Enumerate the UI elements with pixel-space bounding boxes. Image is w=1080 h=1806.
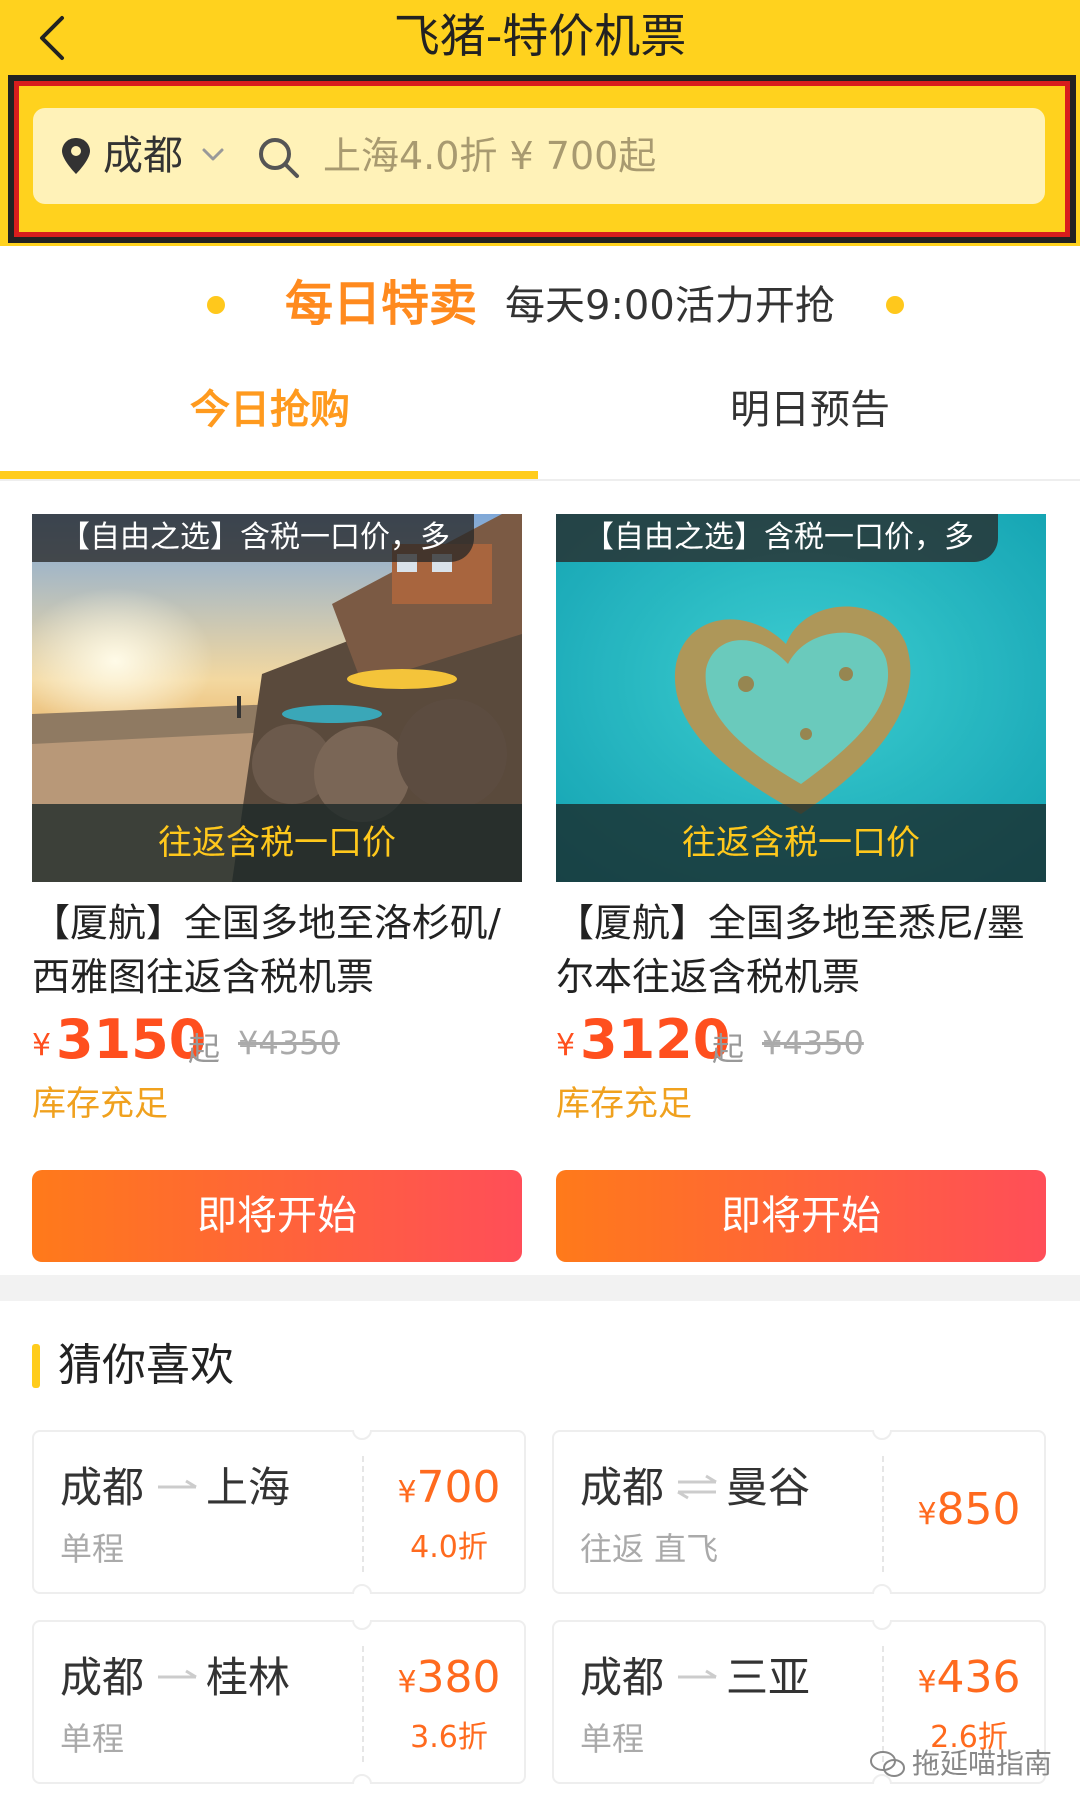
search-bar[interactable]: 成都 上海4.0折 ¥ 700起 (33, 108, 1045, 204)
start-soon-button[interactable]: 即将开始 (556, 1170, 1046, 1262)
decorative-dot (886, 296, 904, 314)
section-accent-bar (32, 1344, 40, 1388)
route-price: ¥700 (397, 1462, 501, 1513)
divider (0, 479, 1080, 481)
section-title: 猜你喜欢 (58, 1340, 234, 1391)
destination-city: 上海 (206, 1463, 291, 1512)
origin-city: 成都 (60, 1653, 145, 1702)
route-discount: 4.0折 (410, 1530, 488, 1565)
product-title[interactable]: 【厦航】全国多地至洛杉矶/西雅图往返含税机票 (32, 896, 522, 1004)
product-title[interactable]: 【厦航】全国多地至悉尼/墨尔本往返含税机票 (556, 896, 1046, 1004)
price-value: 3120 (580, 1008, 731, 1071)
product-image[interactable]: 【自由之选】含税一口价，多 往返含税一口价 (556, 514, 1046, 882)
location-pin-icon (62, 138, 90, 174)
daily-special-subtitle: 每天9:00活力开抢 (505, 283, 835, 329)
decorative-dot (207, 296, 225, 314)
ticket-divider (362, 1456, 364, 1572)
original-price: ¥4350 (238, 1024, 340, 1062)
route-card[interactable]: 成都 桂林 单程 ¥380 3.6折 (32, 1620, 526, 1784)
route-price: ¥850 (917, 1484, 1021, 1535)
round-trip-arrow-icon (677, 1474, 717, 1500)
section-separator (0, 1275, 1080, 1301)
original-price: ¥4350 (762, 1024, 864, 1062)
destination-city: 曼谷 (726, 1463, 811, 1512)
product-image[interactable]: 【自由之选】含税一口价，多 往返含税一口价 (32, 514, 522, 882)
route-price: ¥436 (917, 1652, 1021, 1703)
tab-tomorrow[interactable]: 明日预告 (540, 370, 1080, 450)
trip-type: 单程 (580, 1720, 645, 1758)
price-row: ¥ 3150 起 ¥4350 (32, 1006, 522, 1076)
price-value: 3150 (56, 1008, 207, 1071)
header: 飞猪-特价机票 成都 上海4.0折 ¥ 700起 (0, 0, 1080, 246)
destination-city: 桂林 (206, 1653, 291, 1702)
stock-status: 库存充足 (32, 1084, 168, 1124)
origin-city: 成都 (580, 1463, 665, 1512)
product-card[interactable]: 【自由之选】含税一口价，多 往返含税一口价 【厦航】全国多地至洛杉矶/西雅图往返… (32, 514, 522, 1262)
product-card[interactable]: 【自由之选】含税一口价，多 往返含税一口价 【厦航】全国多地至悉尼/墨尔本往返含… (556, 514, 1046, 1262)
ticket-divider (882, 1456, 884, 1572)
price-suffix: 起 (712, 1030, 745, 1068)
chevron-down-icon[interactable] (199, 144, 227, 166)
page-title: 飞猪-特价机票 (393, 9, 687, 63)
search-icon (259, 138, 299, 178)
product-tag: 【自由之选】含税一口价，多 (32, 514, 474, 562)
ticket-divider (362, 1646, 364, 1762)
origin-city: 成都 (580, 1653, 665, 1702)
currency-symbol: ¥ (32, 1028, 52, 1063)
trip-type: 往返 直飞 (580, 1530, 719, 1568)
product-banner: 往返含税一口价 (556, 804, 1046, 882)
one-way-arrow-icon (158, 1669, 197, 1679)
currency-symbol: ¥ (556, 1028, 576, 1063)
stock-status: 库存充足 (556, 1084, 692, 1124)
price-suffix: 起 (188, 1030, 221, 1068)
route-card[interactable]: 成都 曼谷 往返 直飞 ¥850 (552, 1430, 1046, 1594)
product-tag: 【自由之选】含税一口价，多 (556, 514, 998, 562)
city-selector[interactable]: 成都 (103, 108, 183, 204)
start-soon-button[interactable]: 即将开始 (32, 1170, 522, 1262)
trip-type: 单程 (60, 1530, 125, 1568)
destination-city: 三亚 (726, 1653, 811, 1702)
watermark-text: 拖延喵指南 (912, 1747, 1053, 1780)
trip-type: 单程 (60, 1720, 125, 1758)
wechat-icon (870, 1751, 905, 1777)
origin-city: 成都 (60, 1463, 145, 1512)
route-card[interactable]: 成都 上海 单程 ¥700 4.0折 (32, 1430, 526, 1594)
tab-today[interactable]: 今日抢购 (0, 370, 540, 450)
ticket-divider (882, 1646, 884, 1762)
active-tab-indicator (0, 471, 538, 479)
route-price: ¥380 (397, 1652, 501, 1703)
route-discount: 3.6折 (410, 1720, 488, 1755)
search-input[interactable]: 上海4.0折 ¥ 700起 (323, 108, 656, 204)
one-way-arrow-icon (158, 1479, 197, 1489)
price-row: ¥ 3120 起 ¥4350 (556, 1006, 1046, 1076)
daily-special-header: 每日特卖 每天9:00活力开抢 (0, 260, 1080, 350)
one-way-arrow-icon (678, 1669, 717, 1679)
daily-special-title: 每日特卖 (285, 276, 478, 332)
product-banner: 往返含税一口价 (32, 804, 522, 882)
